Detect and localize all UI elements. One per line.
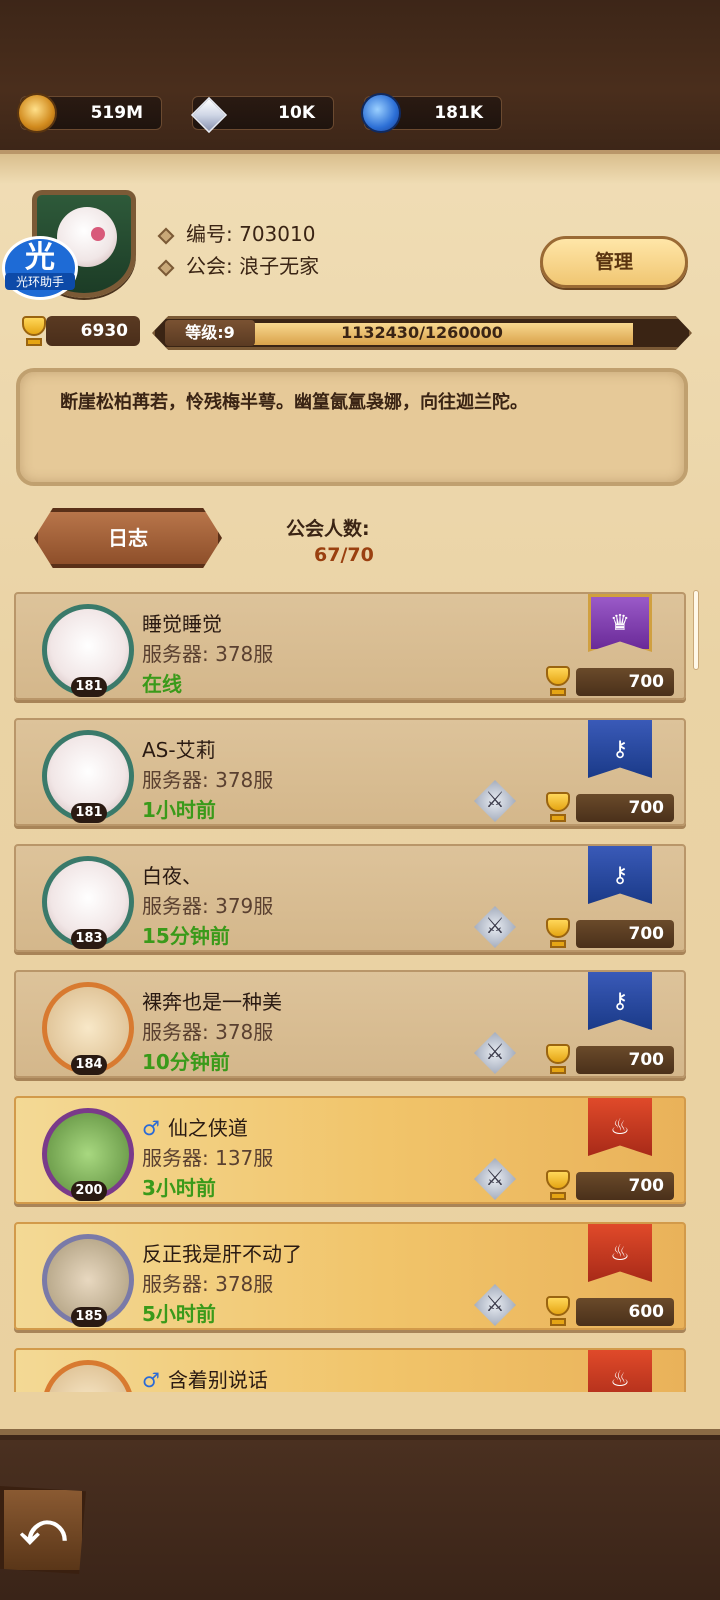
member-avatar[interactable]: 185 bbox=[42, 1234, 134, 1327]
trophy-icon bbox=[540, 916, 576, 950]
member-name-line: 睡觉睡觉 bbox=[142, 608, 222, 637]
member-name: 反正我是肝不动了 bbox=[142, 1242, 302, 1266]
member-name: 裸奔也是一种美 bbox=[142, 990, 282, 1014]
log-button[interactable]: 日志 bbox=[34, 508, 222, 568]
member-score: 700 bbox=[576, 794, 674, 822]
guild-trophy-count: 6930 bbox=[46, 316, 140, 346]
member-avatar[interactable]: 183 bbox=[42, 856, 134, 949]
crossed-swords-icon[interactable]: ⚔ bbox=[474, 1284, 516, 1326]
diamond-icon bbox=[187, 93, 227, 133]
coin-value: 519M bbox=[90, 103, 143, 123]
member-name-line: AS-艾莉 bbox=[142, 734, 216, 763]
member-name-line: ♂ 仙之侠道 bbox=[142, 1112, 248, 1141]
member-status: 10分钟前 bbox=[142, 1050, 230, 1074]
guild-level-bar: 1132430/1260000 等级:9 bbox=[152, 316, 692, 350]
trophy-icon bbox=[540, 790, 576, 824]
diamond-bullet-icon bbox=[157, 227, 175, 244]
trophy-icon bbox=[540, 1294, 576, 1328]
diamond-bullet-icon bbox=[157, 259, 175, 276]
member-name: AS-艾莉 bbox=[142, 738, 216, 762]
flame-banner-icon: ♨ bbox=[588, 1350, 652, 1392]
diamond-counter[interactable]: 10K bbox=[192, 96, 334, 130]
member-server: 服务器: 378服 bbox=[142, 1272, 274, 1296]
member-level: 185 bbox=[71, 1307, 107, 1327]
guild-screen: 519M 10K 181K 光 光环助手 编号: 703010 公会: 浪子无家… bbox=[0, 0, 720, 1600]
watermark-badge: 光 光环助手 bbox=[2, 236, 78, 300]
crossed-swords-icon[interactable]: ⚔ bbox=[474, 906, 516, 948]
member-level: 181 bbox=[71, 677, 107, 697]
coin-icon bbox=[17, 93, 57, 133]
diamond-value: 10K bbox=[278, 103, 315, 123]
member-row[interactable]: 185 反正我是肝不动了 服务器: 378服 5小时前 ♨ ⚔ 600 bbox=[14, 1222, 686, 1330]
flame-banner-icon: ♨ bbox=[588, 1224, 652, 1282]
member-server: 服务器: 379服 bbox=[142, 894, 274, 918]
member-avatar[interactable]: 181 bbox=[42, 730, 134, 823]
crossed-swords-icon[interactable]: ⚔ bbox=[474, 1032, 516, 1074]
member-status: 1小时前 bbox=[142, 798, 216, 822]
member-row[interactable]: 184 裸奔也是一种美 服务器: 378服 10分钟前 ⚷ ⚔ 700 bbox=[14, 970, 686, 1078]
member-score: 700 bbox=[576, 1172, 674, 1200]
member-name: 白夜、 bbox=[142, 864, 202, 888]
member-level: 184 bbox=[71, 1055, 107, 1075]
member-name: 仙之侠道 bbox=[167, 1116, 248, 1140]
member-row[interactable]: 181 AS-艾莉服务器: 378服 1小时前 ⚷ ⚔ 700 bbox=[14, 718, 686, 826]
member-row[interactable]: 183 白夜、服务器: 379服 15分钟前 ⚷ ⚔ 700 bbox=[14, 844, 686, 952]
back-arrow-icon[interactable]: ⤺ bbox=[0, 1486, 86, 1574]
crossed-swords-icon[interactable]: ⚔ bbox=[474, 780, 516, 822]
member-avatar[interactable]: 200 bbox=[42, 1108, 134, 1201]
male-icon: ♂ bbox=[142, 1116, 160, 1140]
member-level: 183 bbox=[71, 929, 107, 949]
crown-banner-icon: ♛ bbox=[588, 594, 652, 652]
member-name: 睡觉睡觉 bbox=[142, 612, 222, 636]
member-status: 3小时前 bbox=[142, 1176, 216, 1200]
member-level: 200 bbox=[71, 1181, 107, 1201]
gem-icon bbox=[361, 93, 401, 133]
member-score: 700 bbox=[576, 920, 674, 948]
trophy-icon bbox=[540, 1042, 576, 1076]
member-server: 服务器: 137服 bbox=[142, 1146, 274, 1170]
bottom-bar bbox=[0, 1440, 720, 1600]
key-banner-icon: ⚷ bbox=[588, 846, 652, 904]
member-row[interactable]: ♂ 含着别说话 ♨ bbox=[14, 1348, 686, 1392]
member-avatar[interactable] bbox=[42, 1360, 134, 1392]
member-score: 600 bbox=[576, 1298, 674, 1326]
member-row[interactable]: 181 睡觉睡觉服务器: 378服 在线 ♛ 700 bbox=[14, 592, 686, 700]
trophy-icon bbox=[540, 1168, 576, 1202]
member-row[interactable]: 200 ♂ 仙之侠道服务器: 137服 3小时前 ♨ ⚔ 700 bbox=[14, 1096, 686, 1204]
member-score: 700 bbox=[576, 668, 674, 696]
member-count: 67/70 bbox=[314, 544, 374, 566]
member-server: 服务器: 378服 bbox=[142, 1020, 274, 1044]
guild-id: 编号: 703010 bbox=[157, 218, 315, 247]
member-level: 181 bbox=[71, 803, 107, 823]
member-name-line: 裸奔也是一种美 bbox=[142, 986, 282, 1015]
member-list[interactable]: 181 睡觉睡觉 服务器: 378服 在线 ♛ 700 181 AS-艾莉 服务器: 378服 1… bbox=[0, 588, 720, 1392]
member-name-line: 白夜、 bbox=[142, 860, 202, 889]
member-avatar[interactable]: 181 bbox=[42, 604, 134, 697]
key-banner-icon: ⚷ bbox=[588, 972, 652, 1030]
member-name: 含着别说话 bbox=[167, 1368, 268, 1392]
flame-banner-icon: ♨ bbox=[588, 1098, 652, 1156]
gem-counter[interactable]: 181K bbox=[361, 93, 502, 133]
trophy-icon bbox=[540, 664, 576, 698]
guild-motto: 断崖松柏苒若，怜残梅半萼。幽篁氤氲袅娜，向往迦兰陀。 bbox=[16, 368, 688, 486]
manage-button[interactable]: 管理 bbox=[540, 236, 688, 288]
member-avatar[interactable]: 184 bbox=[42, 982, 134, 1075]
member-status: 5小时前 bbox=[142, 1302, 216, 1326]
level-label: 等级:9 bbox=[165, 320, 255, 346]
key-banner-icon: ⚷ bbox=[588, 720, 652, 778]
male-icon: ♂ bbox=[142, 1368, 160, 1392]
member-name-line: ♂ 含着别说话 bbox=[142, 1364, 268, 1392]
coin-counter[interactable]: 519M bbox=[17, 93, 162, 133]
member-score: 700 bbox=[576, 1046, 674, 1074]
member-server: 服务器: 378服 bbox=[142, 768, 274, 792]
member-count-label: 公会人数: bbox=[286, 518, 370, 540]
member-status: 15分钟前 bbox=[142, 924, 230, 948]
member-name-line: 反正我是肝不动了 bbox=[142, 1238, 302, 1267]
scrollbar[interactable] bbox=[693, 590, 699, 670]
member-status: 在线 bbox=[142, 672, 182, 696]
crossed-swords-icon[interactable]: ⚔ bbox=[474, 1158, 516, 1200]
member-server: 服务器: 378服 bbox=[142, 642, 274, 666]
guild-name: 公会: 浪子无家 bbox=[157, 250, 319, 279]
gem-value: 181K bbox=[434, 103, 483, 123]
